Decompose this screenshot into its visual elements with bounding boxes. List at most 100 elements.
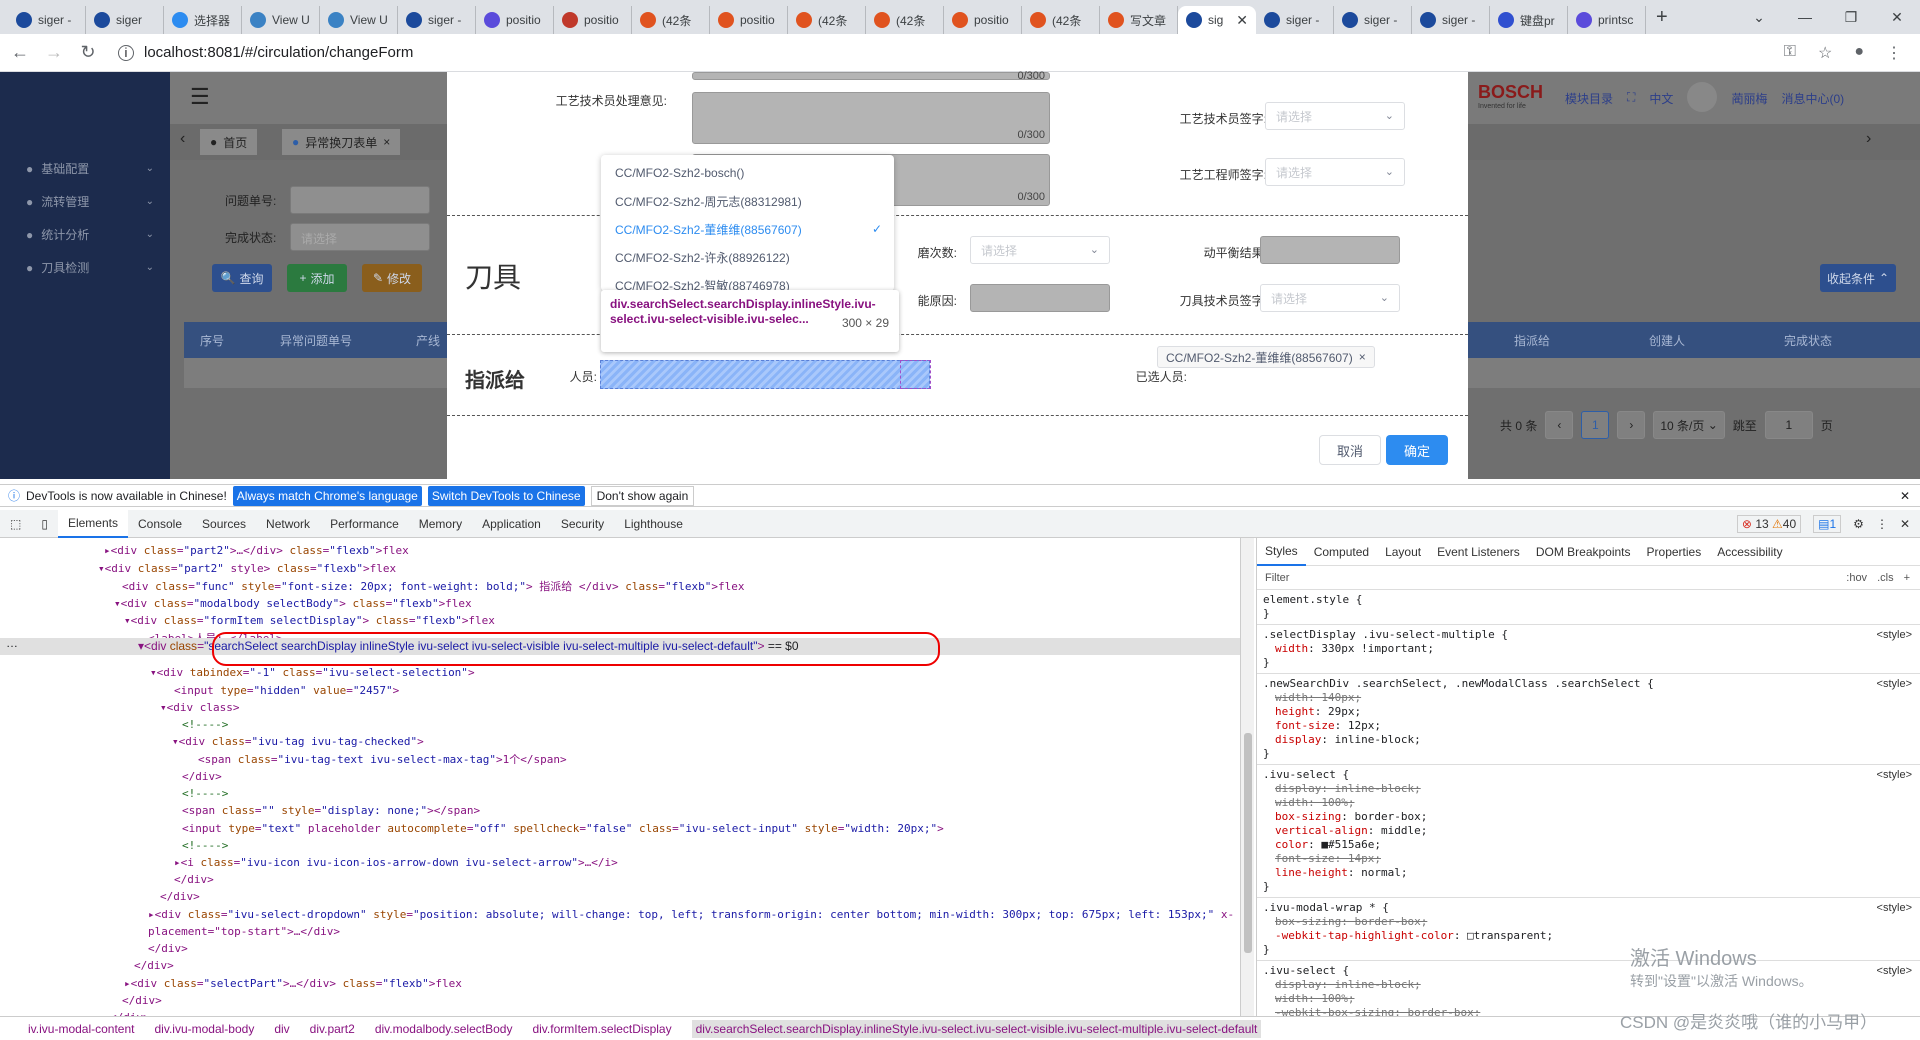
collapse-button[interactable]: 收起条件 ⌃: [1820, 264, 1896, 292]
forward-icon[interactable]: →: [40, 42, 68, 63]
dom-node-line[interactable]: <input type="text" placeholder autocompl…: [182, 820, 944, 837]
browser-tab[interactable]: (42条: [866, 6, 944, 34]
tab-layout[interactable]: Layout: [1377, 545, 1429, 559]
reload-icon[interactable]: ↻: [74, 42, 102, 63]
tab-properties[interactable]: Properties: [1639, 545, 1710, 559]
prev-page-button[interactable]: ‹: [1545, 411, 1574, 439]
styles-filter[interactable]: Filter :hov .cls +: [1257, 566, 1920, 590]
dropdown-option-selected[interactable]: CC/MFO2-Szh2-董维维(88567607) ✓: [601, 215, 894, 243]
status-select[interactable]: 请选择: [290, 223, 430, 251]
profile-icon[interactable]: ●: [1854, 43, 1864, 63]
add-rule-button[interactable]: +: [1904, 572, 1910, 584]
tab-lighthouse[interactable]: Lighthouse: [614, 510, 693, 538]
dom-node-line[interactable]: <input type="hidden" value="2457">: [174, 682, 399, 699]
cls-toggle[interactable]: .cls: [1877, 572, 1894, 584]
close-icon[interactable]: ✕: [1900, 517, 1910, 531]
cancel-button[interactable]: 取消: [1319, 435, 1381, 465]
issues-counter[interactable]: ⊗ 13 ⚠40: [1736, 514, 1802, 533]
avatar[interactable]: [1687, 82, 1718, 112]
right-arrow-icon[interactable]: ›: [1866, 130, 1871, 148]
browser-tab[interactable]: sig ✕: [1178, 6, 1256, 34]
crumb[interactable]: iv.ivu-modal-content: [28, 1022, 135, 1036]
css-rule[interactable]: element.style {}: [1257, 590, 1920, 625]
minimize-icon[interactable]: —: [1782, 9, 1828, 25]
query-button[interactable]: 🔍 查询: [212, 264, 272, 292]
module-menu[interactable]: 模块目录: [1565, 90, 1613, 112]
dropdown-option[interactable]: CC/MFO2-Szh2-bosch(): [601, 159, 894, 187]
browser-tab[interactable]: siger -: [1412, 6, 1490, 34]
browser-tab[interactable]: View U: [242, 6, 320, 34]
tab-application[interactable]: Application: [472, 510, 551, 538]
browser-tab[interactable]: View U: [320, 6, 398, 34]
browser-tab[interactable]: siger -: [1334, 6, 1412, 34]
browser-tab[interactable]: (42条: [632, 6, 710, 34]
tab-search-icon[interactable]: ⌄: [1736, 9, 1782, 26]
crumb[interactable]: div.formItem.selectDisplay: [532, 1022, 671, 1036]
menu-icon[interactable]: ⋮: [1886, 43, 1902, 63]
edit-button[interactable]: ✎ 修改: [362, 264, 422, 292]
engineer-sign-select[interactable]: 请选择 ⌄: [1265, 158, 1405, 186]
dom-node-line[interactable]: <!---->: [182, 785, 228, 802]
goto-input[interactable]: 1: [1764, 411, 1813, 439]
dom-node-line[interactable]: <!---->: [182, 837, 228, 854]
page-number[interactable]: 1: [1581, 411, 1610, 439]
dom-node-line[interactable]: ▾<div class>: [160, 699, 239, 716]
person-select-highlight[interactable]: [600, 360, 930, 389]
dropdown-option[interactable]: CC/MFO2-Szh2-许永(88926122): [601, 243, 894, 271]
close-tab-icon[interactable]: ✕: [1236, 12, 1248, 29]
browser-tab[interactable]: 键盘pr: [1490, 6, 1568, 34]
browser-tab[interactable]: 写文章: [1100, 6, 1178, 34]
tab-home[interactable]: ● 首页: [200, 129, 258, 155]
filter-input[interactable]: Filter: [1265, 572, 1289, 584]
browser-tab[interactable]: (42条: [788, 6, 866, 34]
browser-tab[interactable]: siger -: [8, 6, 86, 34]
crumb-current[interactable]: div.searchSelect.searchDisplay.inlineSty…: [691, 1019, 1262, 1038]
tab-dom-breakpoints[interactable]: DOM Breakpoints: [1528, 545, 1639, 559]
sidebar-item-stats[interactable]: ● 统计分析 ⌄: [0, 218, 170, 251]
reason-input[interactable]: [970, 284, 1110, 312]
browser-tab[interactable]: 选择器: [164, 6, 242, 34]
dom-node-line[interactable]: </div>: [174, 871, 214, 888]
browser-tab[interactable]: positio: [554, 6, 632, 34]
key-icon[interactable]: ⚿: [1784, 43, 1796, 63]
tech-opinion-textarea[interactable]: 0/300: [692, 92, 1050, 144]
fullscreen-icon[interactable]: ⛶: [1627, 90, 1635, 112]
settings-icon[interactable]: ⚙: [1853, 517, 1864, 531]
info-icon[interactable]: i: [118, 44, 134, 61]
dom-node-line[interactable]: ▸<i class="ivu-icon ivu-icon-ios-arrow-d…: [174, 854, 618, 871]
dom-node-line[interactable]: <span class="ivu-tag-text ivu-select-max…: [198, 751, 567, 768]
tab-computed[interactable]: Computed: [1306, 545, 1377, 559]
textarea-top[interactable]: 0/300: [692, 70, 1050, 82]
user-name[interactable]: 蔺丽梅: [1731, 90, 1767, 112]
dom-node-line[interactable]: </div>: [160, 888, 200, 905]
messages-counter[interactable]: ▤1: [1813, 514, 1842, 533]
more-icon[interactable]: ⋮: [1876, 517, 1888, 531]
dom-node-line[interactable]: </div>: [148, 940, 188, 957]
back-icon[interactable]: ←: [6, 42, 34, 63]
dom-node-line[interactable]: ▾<div tabindex="-1" class="ivu-select-se…: [150, 664, 475, 681]
crumb[interactable]: div.part2: [310, 1022, 355, 1036]
dyn-result-input[interactable]: [1260, 236, 1400, 264]
inspect-icon[interactable]: ⬚: [0, 510, 31, 538]
left-arrow-icon[interactable]: ‹: [180, 130, 185, 148]
ellipsis-icon[interactable]: …: [6, 636, 18, 650]
dom-node-line[interactable]: ▾<div class="ivu-tag ivu-tag-checked">: [172, 733, 424, 750]
dropdown-option[interactable]: CC/MFO2-Szh2-智敏(88746978): [601, 271, 894, 292]
dom-node-line[interactable]: ▸<div class="ivu-select-dropdown" style=…: [148, 906, 1234, 923]
tab-elements[interactable]: Elements: [57, 509, 128, 538]
confirm-button[interactable]: 确定: [1386, 435, 1448, 465]
language-select[interactable]: 中文: [1649, 90, 1673, 112]
dom-node-line[interactable]: <span class="" style="display: none;"></…: [182, 802, 480, 819]
issue-no-input[interactable]: [290, 186, 430, 214]
hov-toggle[interactable]: :hov: [1846, 572, 1867, 584]
browser-tab[interactable]: printsc: [1568, 6, 1646, 34]
tab-performance[interactable]: Performance: [320, 510, 409, 538]
tab-network[interactable]: Network: [256, 510, 320, 538]
browser-tab[interactable]: (42条: [1022, 6, 1100, 34]
close-window-icon[interactable]: ✕: [1874, 9, 1920, 26]
browser-tab[interactable]: positio: [476, 6, 554, 34]
browser-tab[interactable]: positio: [944, 6, 1022, 34]
tab-event-listeners[interactable]: Event Listeners: [1429, 545, 1528, 559]
browser-tab[interactable]: siger: [86, 6, 164, 34]
tab-console[interactable]: Console: [128, 510, 192, 538]
